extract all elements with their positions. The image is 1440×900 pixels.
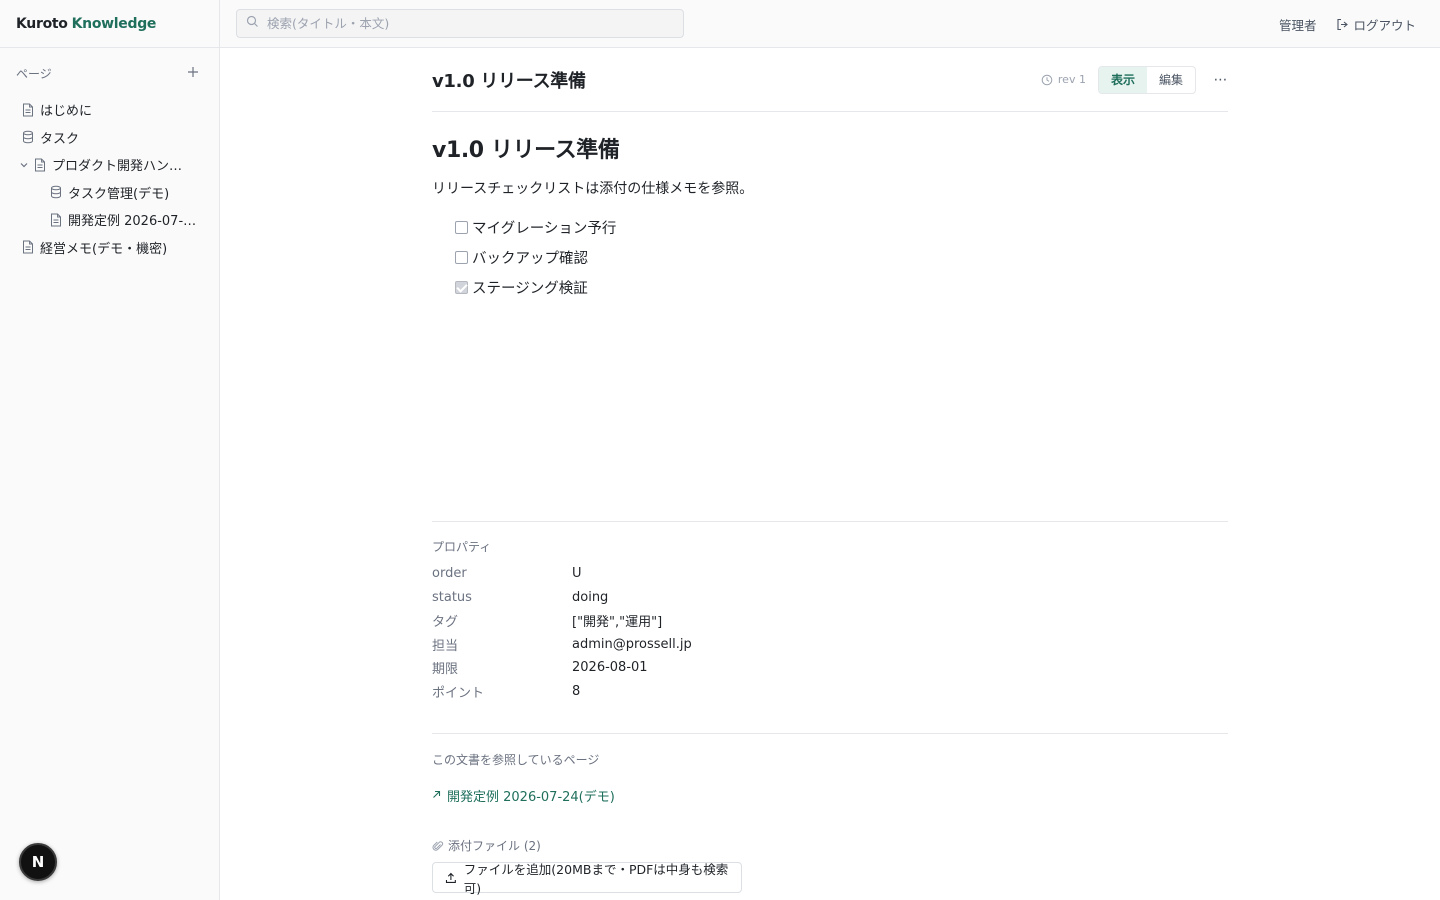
- divider: [432, 733, 1228, 734]
- checklist-item-label: マイグレーション予行: [472, 220, 617, 237]
- page-icon: [22, 103, 36, 117]
- page-icon: [22, 240, 36, 254]
- sidebar-item-intro[interactable]: はじめに: [0, 96, 219, 124]
- upload-icon: [445, 872, 456, 883]
- attachments-heading: 添付ファイル (2): [432, 837, 742, 854]
- backlinks-heading: この文書を参照しているページ: [432, 753, 600, 767]
- divider: [432, 521, 1228, 522]
- checklist-item: マイグレーション予行: [455, 212, 1228, 242]
- property-row[interactable]: タグ ["開発","運用"]: [432, 609, 1228, 633]
- property-value: doing: [572, 589, 609, 605]
- more-options-icon[interactable]: ⋯: [1214, 72, 1228, 88]
- sidebar-item-label: 経営メモ(デモ・機密): [40, 241, 168, 257]
- logout-label: ログアウト: [1353, 18, 1416, 33]
- property-row[interactable]: 担当 admin@prossell.jp: [432, 633, 1228, 657]
- properties-heading: プロパティ: [432, 540, 492, 554]
- tab-view[interactable]: 表示: [1098, 66, 1147, 93]
- attachments-section: 添付ファイル (2) ファイルを追加(20MBまで・PDFは中身も検索可): [432, 837, 742, 896]
- page-header-title: v1.0 リリース準備: [432, 70, 586, 92]
- property-key: 担当: [432, 638, 459, 654]
- brand-name-part1: Kuroto: [16, 15, 68, 32]
- admin-label[interactable]: 管理者: [1279, 15, 1317, 34]
- sidebar-item-task-management[interactable]: タスク管理(デモ): [0, 179, 219, 207]
- database-icon: [50, 185, 64, 199]
- backlink-label: 開発定例 2026-07-24(デモ): [447, 790, 615, 805]
- checklist-item: バックアップ確認: [455, 242, 1228, 272]
- page-icon: [34, 158, 48, 172]
- page-paragraph: リリースチェックリストは添付の仕様メモを参照。: [432, 181, 754, 197]
- add-file-label: ファイルを追加(20MBまで・PDFは中身も検索可): [463, 861, 729, 896]
- sidebar-item-management-memo[interactable]: 経営メモ(デモ・機密): [0, 234, 219, 262]
- topbar: 管理者 ログアウト: [220, 0, 1440, 48]
- backlinks-section: この文書を参照しているページ 開発定例 2026-07-24(デモ): [432, 751, 615, 805]
- tab-edit[interactable]: 編集: [1147, 67, 1195, 93]
- page-icon: [50, 213, 64, 227]
- property-row[interactable]: status doing: [432, 586, 1228, 610]
- backlink-item[interactable]: 開発定例 2026-07-24(デモ): [432, 786, 615, 805]
- sidebar-item-label: 開発定例 2026-07-24(デモ): [68, 214, 202, 230]
- property-value: ["開発","運用"]: [572, 615, 663, 631]
- page-content: v1.0 リリース準備 rev 1 表示 編集 ⋯ v1.0 リリース準備 リリ…: [432, 48, 1228, 896]
- property-key: タグ: [432, 615, 459, 631]
- property-value: U: [572, 566, 582, 582]
- sidebar-item-tasks[interactable]: タスク: [0, 124, 219, 152]
- sidebar-item-label: タスク: [40, 131, 80, 147]
- property-value: 8: [572, 683, 581, 699]
- property-key: status: [432, 589, 472, 605]
- avatar[interactable]: N: [19, 843, 57, 881]
- checklist-item-label: バックアップ確認: [472, 250, 588, 267]
- pages-section-header: ページ: [0, 64, 219, 82]
- properties-section: プロパティ order U status doing タグ ["開発","運用"…: [432, 538, 1228, 703]
- logout-button[interactable]: ログアウト: [1336, 15, 1416, 34]
- sidebar-item-handbook[interactable]: プロダクト開発ハンドブック: [0, 151, 219, 179]
- property-row[interactable]: 期限 2026-08-01: [432, 656, 1228, 680]
- revision-indicator[interactable]: rev 1: [1041, 73, 1086, 86]
- brand-name-part2: Knowledge: [71, 15, 157, 32]
- page-tree: はじめに タスク プロダクト開発ハンドブック タスク管理(デモ) 開発定例 20…: [0, 96, 219, 261]
- search-input[interactable]: [267, 16, 667, 31]
- logout-icon: [1337, 18, 1349, 31]
- property-key: 期限: [432, 662, 459, 678]
- user-menu: 管理者 ログアウト: [1279, 15, 1416, 34]
- revision-label: rev 1: [1057, 73, 1086, 86]
- checklist-item-label: ステージング検証: [472, 280, 588, 297]
- property-key: ポイント: [432, 685, 485, 701]
- sidebar-item-label: タスク管理(デモ): [68, 186, 170, 202]
- property-key: order: [432, 566, 467, 582]
- plus-icon[interactable]: [187, 65, 199, 81]
- add-file-button[interactable]: ファイルを追加(20MBまで・PDFは中身も検索可): [432, 862, 742, 896]
- database-icon: [22, 130, 36, 144]
- checkbox-checked[interactable]: [455, 280, 468, 294]
- brand-logo[interactable]: Kuroto Knowledge: [0, 0, 219, 48]
- property-row[interactable]: order U: [432, 562, 1228, 586]
- checkbox[interactable]: [455, 220, 468, 234]
- page-actions: rev 1 表示 編集 ⋯: [1041, 65, 1228, 94]
- sidebar-item-label: はじめに: [40, 104, 93, 120]
- sidebar: Kuroto Knowledge ページ はじめに タスク プロダクト開発ハンド…: [0, 0, 220, 900]
- page-header: v1.0 リリース準備 rev 1 表示 編集 ⋯: [432, 48, 1228, 112]
- property-value: 2026-08-01: [572, 660, 648, 676]
- paperclip-icon: [432, 840, 444, 851]
- checklist: マイグレーション予行 バックアップ確認 ステージング検証: [432, 212, 1228, 302]
- sidebar-item-label: プロダクト開発ハンドブック: [52, 159, 188, 175]
- property-row[interactable]: ポイント 8: [432, 680, 1228, 704]
- checkbox[interactable]: [455, 250, 468, 264]
- search-box[interactable]: [236, 9, 684, 38]
- page-title: v1.0 リリース準備: [432, 138, 620, 163]
- checklist-item: ステージング検証: [455, 272, 1228, 302]
- sidebar-item-dev-meeting[interactable]: 開発定例 2026-07-24(デモ): [0, 206, 219, 234]
- attachments-title: 添付ファイル (2): [448, 839, 541, 853]
- search-icon: [246, 15, 259, 32]
- property-value: admin@prossell.jp: [572, 636, 692, 652]
- pages-heading: ページ: [16, 66, 52, 81]
- arrow-up-right-icon: [432, 789, 441, 802]
- clock-icon: [1041, 74, 1053, 85]
- view-mode-toggle: 表示 編集: [1097, 65, 1196, 94]
- chevron-down-icon[interactable]: [17, 160, 31, 170]
